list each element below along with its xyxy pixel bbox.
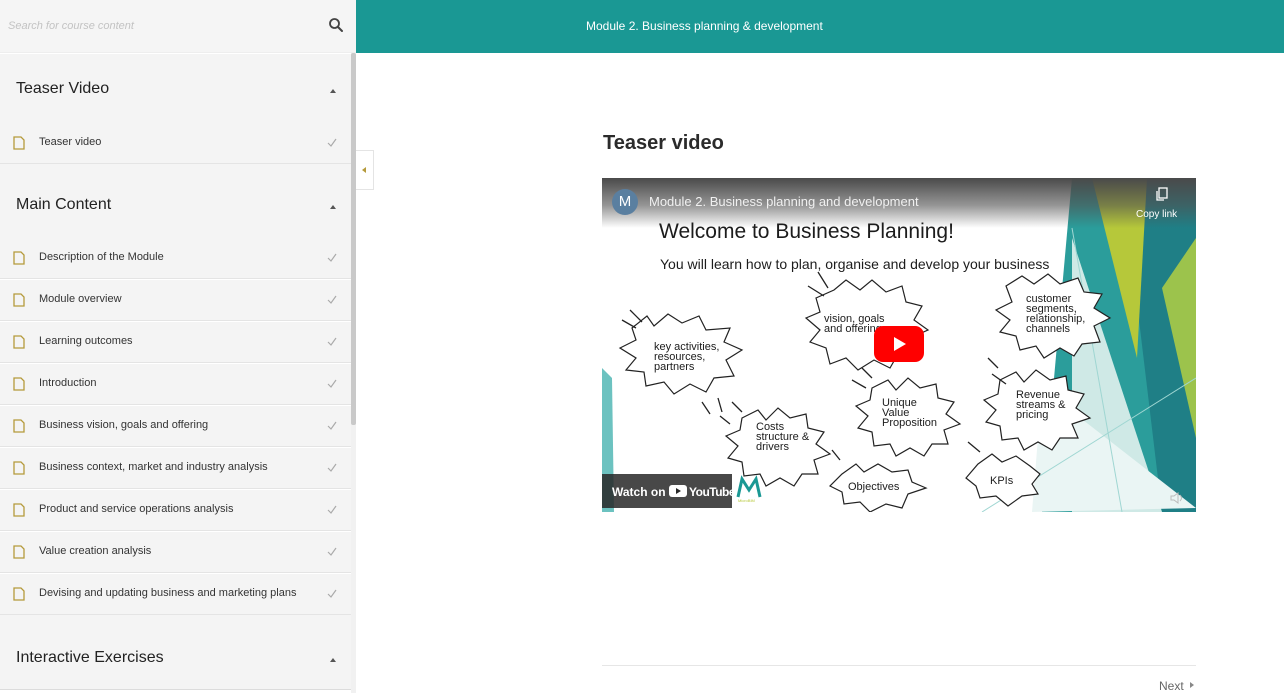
svg-text:MicroBIM: MicroBIM bbox=[738, 498, 755, 503]
bubble-kpis: KPIs bbox=[990, 475, 1014, 487]
lesson-module-overview[interactable]: Module overview bbox=[0, 280, 351, 321]
check-icon bbox=[327, 138, 337, 147]
lesson-value-creation[interactable]: Value creation analysis bbox=[0, 532, 351, 573]
play-button[interactable] bbox=[874, 326, 924, 362]
section-title: Main Content bbox=[16, 196, 112, 213]
page-title: Teaser video bbox=[603, 132, 724, 154]
sidebar-collapse-toggle[interactable] bbox=[356, 150, 374, 190]
document-icon bbox=[13, 293, 25, 307]
lesson-label: Business vision, goals and offering bbox=[39, 419, 209, 431]
bubble-key-activities: key activities, resources, partners bbox=[654, 341, 720, 373]
check-icon bbox=[327, 295, 337, 304]
play-icon bbox=[894, 337, 906, 351]
lesson-label: Value creation analysis bbox=[39, 545, 152, 557]
search-bar bbox=[0, 0, 356, 53]
copy-link-label[interactable]: Copy link bbox=[1136, 209, 1177, 220]
lesson-label: Product and service operations analysis bbox=[39, 503, 234, 515]
arrow-right-icon bbox=[1190, 682, 1194, 688]
sidebar: Teaser Video Teaser video Main Content D… bbox=[0, 0, 356, 693]
document-icon bbox=[13, 251, 25, 265]
slide-subtitle: You will learn how to plan, organise and… bbox=[660, 256, 1050, 272]
lesson-description-of-the-module[interactable]: Description of the Module bbox=[0, 238, 351, 279]
watch-on-label: Watch on bbox=[612, 485, 666, 499]
video-title[interactable]: Module 2. Business planning and developm… bbox=[649, 194, 919, 209]
microbim-logo-icon: MicroBIM bbox=[736, 475, 762, 503]
bubble-uvp: Unique Value Proposition bbox=[882, 397, 938, 429]
next-button[interactable]: Next bbox=[1159, 679, 1194, 693]
lesson-label: Module overview bbox=[39, 293, 122, 305]
check-icon bbox=[327, 337, 337, 346]
lesson-business-context[interactable]: Business context, market and industry an… bbox=[0, 448, 351, 489]
document-icon bbox=[13, 419, 25, 433]
volume-icon[interactable] bbox=[1170, 492, 1184, 504]
bubble-objectives: Objectives bbox=[848, 481, 900, 493]
collapse-caret-icon bbox=[330, 205, 336, 209]
lesson-label: Devising and updating business and marke… bbox=[39, 587, 297, 599]
sidebar-scrollbar[interactable] bbox=[351, 53, 356, 693]
document-icon bbox=[13, 335, 25, 349]
check-icon bbox=[327, 379, 337, 388]
module-title: Module 2. Business planning & developmen… bbox=[586, 19, 823, 33]
lesson-label: Description of the Module bbox=[39, 251, 164, 263]
lesson-teaser-video[interactable]: Teaser video bbox=[0, 123, 351, 164]
scrollbar-thumb[interactable] bbox=[351, 53, 356, 425]
document-icon bbox=[13, 461, 25, 475]
document-icon bbox=[13, 503, 25, 517]
lesson-label: Business context, market and industry an… bbox=[39, 461, 268, 473]
check-icon bbox=[327, 505, 337, 514]
lesson-label: Learning outcomes bbox=[39, 335, 133, 347]
slide-title: Welcome to Business Planning! bbox=[659, 220, 954, 243]
search-icon[interactable] bbox=[328, 17, 344, 33]
arrow-left-icon bbox=[362, 167, 366, 173]
check-icon bbox=[327, 253, 337, 262]
section-header-teaser-video[interactable]: Teaser Video bbox=[0, 54, 351, 124]
check-icon bbox=[327, 463, 337, 472]
lesson-label: Teaser video bbox=[39, 136, 102, 148]
check-icon bbox=[327, 547, 337, 556]
check-icon bbox=[327, 421, 337, 430]
collapse-caret-icon bbox=[330, 89, 336, 93]
section-title: Teaser Video bbox=[16, 80, 110, 97]
lesson-business-vision[interactable]: Business vision, goals and offering bbox=[0, 406, 351, 447]
check-icon bbox=[327, 589, 337, 598]
search-input[interactable] bbox=[8, 14, 308, 38]
section-header-interactive-exercises[interactable]: Interactive Exercises bbox=[0, 615, 351, 690]
section-header-main-content[interactable]: Main Content bbox=[0, 164, 351, 239]
top-bar: Module 2. Business planning & developmen… bbox=[356, 0, 1284, 53]
document-icon bbox=[13, 587, 25, 601]
next-label: Next bbox=[1159, 679, 1184, 693]
channel-avatar[interactable]: M bbox=[612, 189, 638, 215]
document-icon bbox=[13, 545, 25, 559]
bubble-revenue: Revenue streams & pricing bbox=[1016, 389, 1066, 421]
youtube-logo-icon bbox=[669, 485, 687, 497]
lesson-devising-plans[interactable]: Devising and updating business and marke… bbox=[0, 574, 351, 615]
document-icon bbox=[13, 136, 25, 150]
lesson-introduction[interactable]: Introduction bbox=[0, 364, 351, 405]
lesson-learning-outcomes[interactable]: Learning outcomes bbox=[0, 322, 351, 363]
bubble-costs: Costs structure & drivers bbox=[756, 421, 810, 453]
watch-on-youtube-button[interactable]: Watch on YouTube bbox=[602, 474, 736, 508]
bubble-customer: customer segments, relationship, channel… bbox=[1026, 293, 1086, 335]
copy-link-icon[interactable] bbox=[1155, 187, 1169, 201]
youtube-wordmark: YouTube bbox=[689, 485, 736, 499]
section-title: Interactive Exercises bbox=[16, 649, 164, 666]
lesson-label: Introduction bbox=[39, 377, 97, 389]
collapse-caret-icon bbox=[330, 658, 336, 662]
document-icon bbox=[13, 377, 25, 391]
content-divider bbox=[602, 665, 1196, 666]
video-player[interactable]: M Module 2. Business planning and develo… bbox=[602, 178, 1196, 512]
lesson-product-service-operations[interactable]: Product and service operations analysis bbox=[0, 490, 351, 531]
